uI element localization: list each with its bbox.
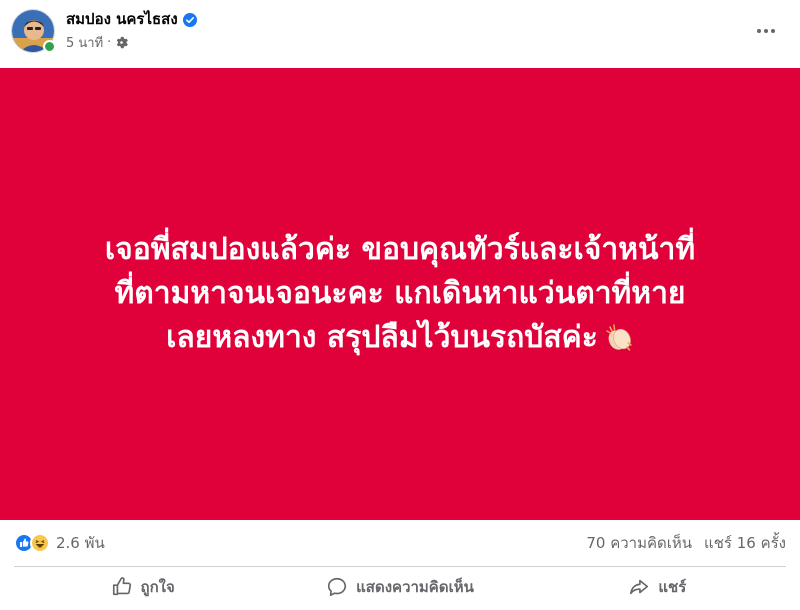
comment-label: แสดงความคิดเห็น [356, 578, 474, 596]
more-options-button[interactable] [754, 16, 778, 40]
post-text-line: ที่ตามหาจนเจอนะคะ แกเดินหาแว่นตาที่หาย [114, 276, 686, 311]
actions-divider [14, 566, 786, 567]
post-stats: 2.6 พัน 70 ความคิดเห็น แชร์ 16 ครั้ง [0, 520, 800, 566]
post-text: เจอพี่สมปองแล้วค่ะ ขอบคุณทัวร์และเจ้าหน้… [20, 228, 780, 360]
post-meta: 5 นาที · [66, 32, 129, 53]
post-timestamp[interactable]: 5 นาที [66, 32, 103, 53]
post-header: สมปอง นครไธสง 5 นาที · [0, 0, 800, 68]
post-text-line-with-emoji: เลยหลงทาง สรุปลืมไว้บนรถบัสค่ะ [20, 316, 780, 360]
meta-separator: · [107, 34, 112, 50]
gear-icon[interactable] [115, 36, 129, 49]
engagement-counts: 70 ความคิดเห็น แชร์ 16 ครั้ง [586, 533, 786, 553]
author-avatar[interactable] [11, 9, 56, 53]
online-status-dot [43, 40, 56, 53]
share-label: แชร์ [658, 578, 687, 596]
post-background: เจอพี่สมปองแล้วค่ะ ขอบคุณทัวร์และเจ้าหน้… [0, 68, 800, 520]
post-text-line: เจอพี่สมปองแล้วค่ะ ขอบคุณทัวร์และเจ้าหน้… [104, 232, 696, 267]
post-actions: ถูกใจ แสดงความคิดเห็น แชร์ [14, 568, 786, 606]
author-name[interactable]: สมปอง นครไธสง [66, 9, 178, 29]
share-arrow-icon [628, 576, 650, 598]
thumbs-up-icon [111, 576, 133, 598]
author-row: สมปอง นครไธสง [66, 9, 197, 29]
clapping-hands-icon [604, 322, 634, 352]
more-dots-icon [756, 19, 776, 38]
comment-button[interactable]: แสดงความคิดเห็น [271, 568, 528, 606]
reaction-count: 2.6 พัน [56, 534, 105, 552]
shares-count-link[interactable]: แชร์ 16 ครั้ง [704, 533, 786, 553]
haha-icon [30, 533, 50, 553]
comments-count-link[interactable]: 70 ความคิดเห็น [586, 533, 692, 553]
like-button[interactable]: ถูกใจ [14, 568, 271, 606]
reactions-summary[interactable]: 2.6 พัน [14, 533, 105, 553]
share-button[interactable]: แชร์ [529, 568, 786, 606]
comment-bubble-icon [326, 576, 348, 598]
post-text-line: เลยหลงทาง สรุปลืมไว้บนรถบัสค่ะ [166, 320, 598, 355]
like-label: ถูกใจ [140, 578, 175, 596]
verified-badge-icon [182, 12, 197, 27]
